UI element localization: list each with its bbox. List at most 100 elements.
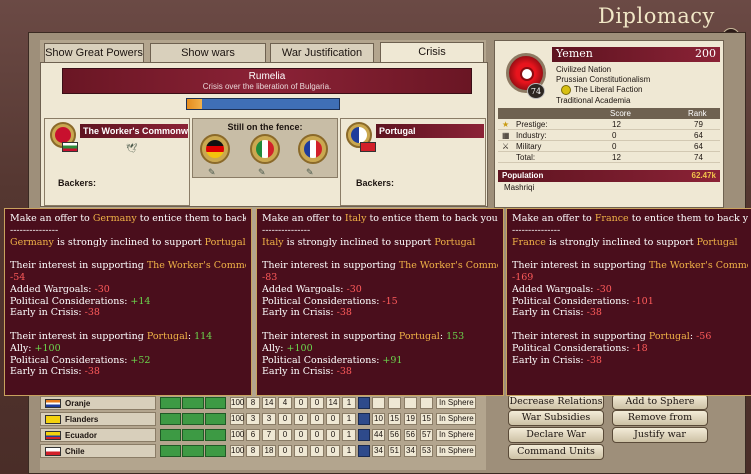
crisis-title: Rumelia <box>248 71 286 82</box>
table-cell: 1 <box>342 445 356 457</box>
relation-bars <box>160 429 226 441</box>
table-cell: 100 <box>230 429 245 441</box>
flag-icon[interactable] <box>358 445 370 457</box>
population-label: Population <box>502 171 544 180</box>
add-to-sphere-button[interactable]: Add to Sphere <box>612 394 708 410</box>
inclined-text: is strongly inclined to support <box>545 236 697 248</box>
factor-label: Added Wargoals: <box>262 283 347 295</box>
germany-shield[interactable] <box>200 134 230 164</box>
tooltip-spacer <box>262 248 498 260</box>
interest-line: Their interest in supporting The Worker'… <box>262 260 498 272</box>
country-flag <box>45 415 61 424</box>
country-name-cell[interactable]: Chile <box>40 444 156 458</box>
country-name: Ecuador <box>65 431 98 440</box>
prestige-row: ★ Prestige: 12 79 <box>498 119 720 130</box>
table-row[interactable]: Oranje 100 8 14 4 0 0 14 1 In Sphere <box>40 396 480 410</box>
offer-text: to entice them to back your side. <box>369 213 498 224</box>
table-cell: 1 <box>342 429 356 441</box>
sphere-status: In Sphere <box>436 397 476 409</box>
italy-offer-icon[interactable]: ✎ <box>258 168 270 178</box>
offer-country: Italy <box>344 213 367 224</box>
tab-war-justification[interactable]: War Justification <box>270 43 374 63</box>
table-row[interactable]: Flanders 100 3 3 0 0 0 0 1 10 15 19 15 In Sphere <box>40 412 480 426</box>
table-cell: 14 <box>326 397 340 409</box>
attacker-backers-label: Backers: <box>58 178 97 188</box>
table-cell: 0 <box>278 413 292 425</box>
interest-side: The Worker's Commonwealth <box>648 260 748 272</box>
tooltip-spacer <box>10 319 246 331</box>
factor-line: Early in Crisis: -38 <box>10 307 246 319</box>
table-row[interactable]: Chile 100 8 18 0 0 0 0 1 34 51 34 53 In Sphere <box>40 444 480 458</box>
factor-line: Early in Crisis: -38 <box>262 366 498 378</box>
offer-line: Make an offer to Italy to entice them to… <box>262 213 498 225</box>
defender-name: Portugal <box>376 124 484 138</box>
attacker-backer-flag[interactable] <box>62 142 78 152</box>
offer-line: Make an offer to Germany to entice them … <box>10 213 246 225</box>
country-flag <box>45 447 61 456</box>
factor-line: Ally: +100 <box>262 343 498 355</box>
country-name: Chile <box>65 447 85 456</box>
table-cell: 14 <box>262 397 276 409</box>
offer-country: Germany <box>92 213 137 224</box>
factor-label: Added Wargoals: <box>10 283 95 295</box>
factor-label: Ally: <box>262 342 287 354</box>
justify-war-button[interactable]: Justify war <box>612 427 708 443</box>
flag-icon[interactable] <box>358 429 370 441</box>
defender-backer-flag[interactable] <box>360 142 376 152</box>
france-offer-icon[interactable]: ✎ <box>306 168 318 178</box>
tech-school: Traditional Academia <box>556 96 631 105</box>
table-cell: 1 <box>342 397 356 409</box>
flag-icon[interactable] <box>358 413 370 425</box>
inclined-text: is strongly inclined to support <box>283 236 435 248</box>
tab-show-wars[interactable]: Show wars <box>150 43 266 63</box>
interest-label: Their interest in supporting <box>262 330 399 342</box>
row-rank: 64 <box>694 131 703 140</box>
factor-value: -30 <box>94 283 110 295</box>
interest-line: Their interest in supporting Portugal: 1… <box>262 330 465 342</box>
party-icon <box>561 85 571 95</box>
factor-line: Added Wargoals: -30 <box>10 284 246 296</box>
offer-text: to entice them to back your side. <box>631 213 748 224</box>
factor-value: +100 <box>34 342 61 354</box>
tab-crisis[interactable]: Crisis <box>380 42 484 64</box>
remove-from-sphere-button[interactable]: Remove from Sphere <box>612 410 708 437</box>
country-name-cell[interactable]: Oranje <box>40 396 156 410</box>
factor-value: -38 <box>84 307 100 319</box>
inclined-country: Germany <box>10 236 54 248</box>
nation-status: Civilized Nation <box>556 65 612 74</box>
table-cell: 8 <box>246 397 260 409</box>
fence-label: Still on the fence: <box>227 122 303 132</box>
table-cell: 8 <box>246 445 260 457</box>
tooltip-spacer <box>10 248 246 260</box>
interest-total: -169 <box>512 271 534 283</box>
decrease-relations-button[interactable]: Decrease Relations <box>508 394 604 410</box>
interest-line: Their interest in supporting Portugal: -… <box>512 330 712 342</box>
flag-icon[interactable] <box>358 397 370 409</box>
table-cell: 3 <box>262 413 276 425</box>
inclined-country: France <box>512 236 546 248</box>
dove-icon: 🕊 <box>126 144 138 154</box>
inclined-target: Portugal <box>696 236 738 248</box>
table-row[interactable]: Ecuador 100 6 7 0 0 0 0 1 44 56 56 57 In Sphere <box>40 428 480 442</box>
interest-total: 153 <box>446 330 465 342</box>
germany-offer-icon[interactable]: ✎ <box>208 168 220 178</box>
country-name-cell[interactable]: Flanders <box>40 412 156 426</box>
war-subsidies-button[interactable]: War Subsidies <box>508 410 604 426</box>
offer-country: France <box>594 213 629 224</box>
tab-show-great-powers[interactable]: Show Great Powers <box>44 43 144 63</box>
command-units-button[interactable]: Command Units <box>508 444 604 460</box>
row-rank: 74 <box>694 153 703 162</box>
italy-shield[interactable] <box>250 134 280 164</box>
separator-line: --------------- <box>512 225 748 237</box>
factor-label: Political Considerations: <box>512 295 633 307</box>
country-name: Oranje <box>65 399 91 408</box>
crisis-temperature-bar <box>186 98 340 110</box>
factor-line: Early in Crisis: -38 <box>512 355 748 367</box>
row-rank: 64 <box>694 142 703 151</box>
table-cell: 0 <box>326 429 340 441</box>
country-name-cell[interactable]: Ecuador <box>40 428 156 442</box>
france-shield[interactable] <box>298 134 328 164</box>
row-label: Industry: <box>516 131 547 140</box>
factor-value: +14 <box>130 295 151 307</box>
declare-war-button[interactable]: Declare War <box>508 427 604 443</box>
